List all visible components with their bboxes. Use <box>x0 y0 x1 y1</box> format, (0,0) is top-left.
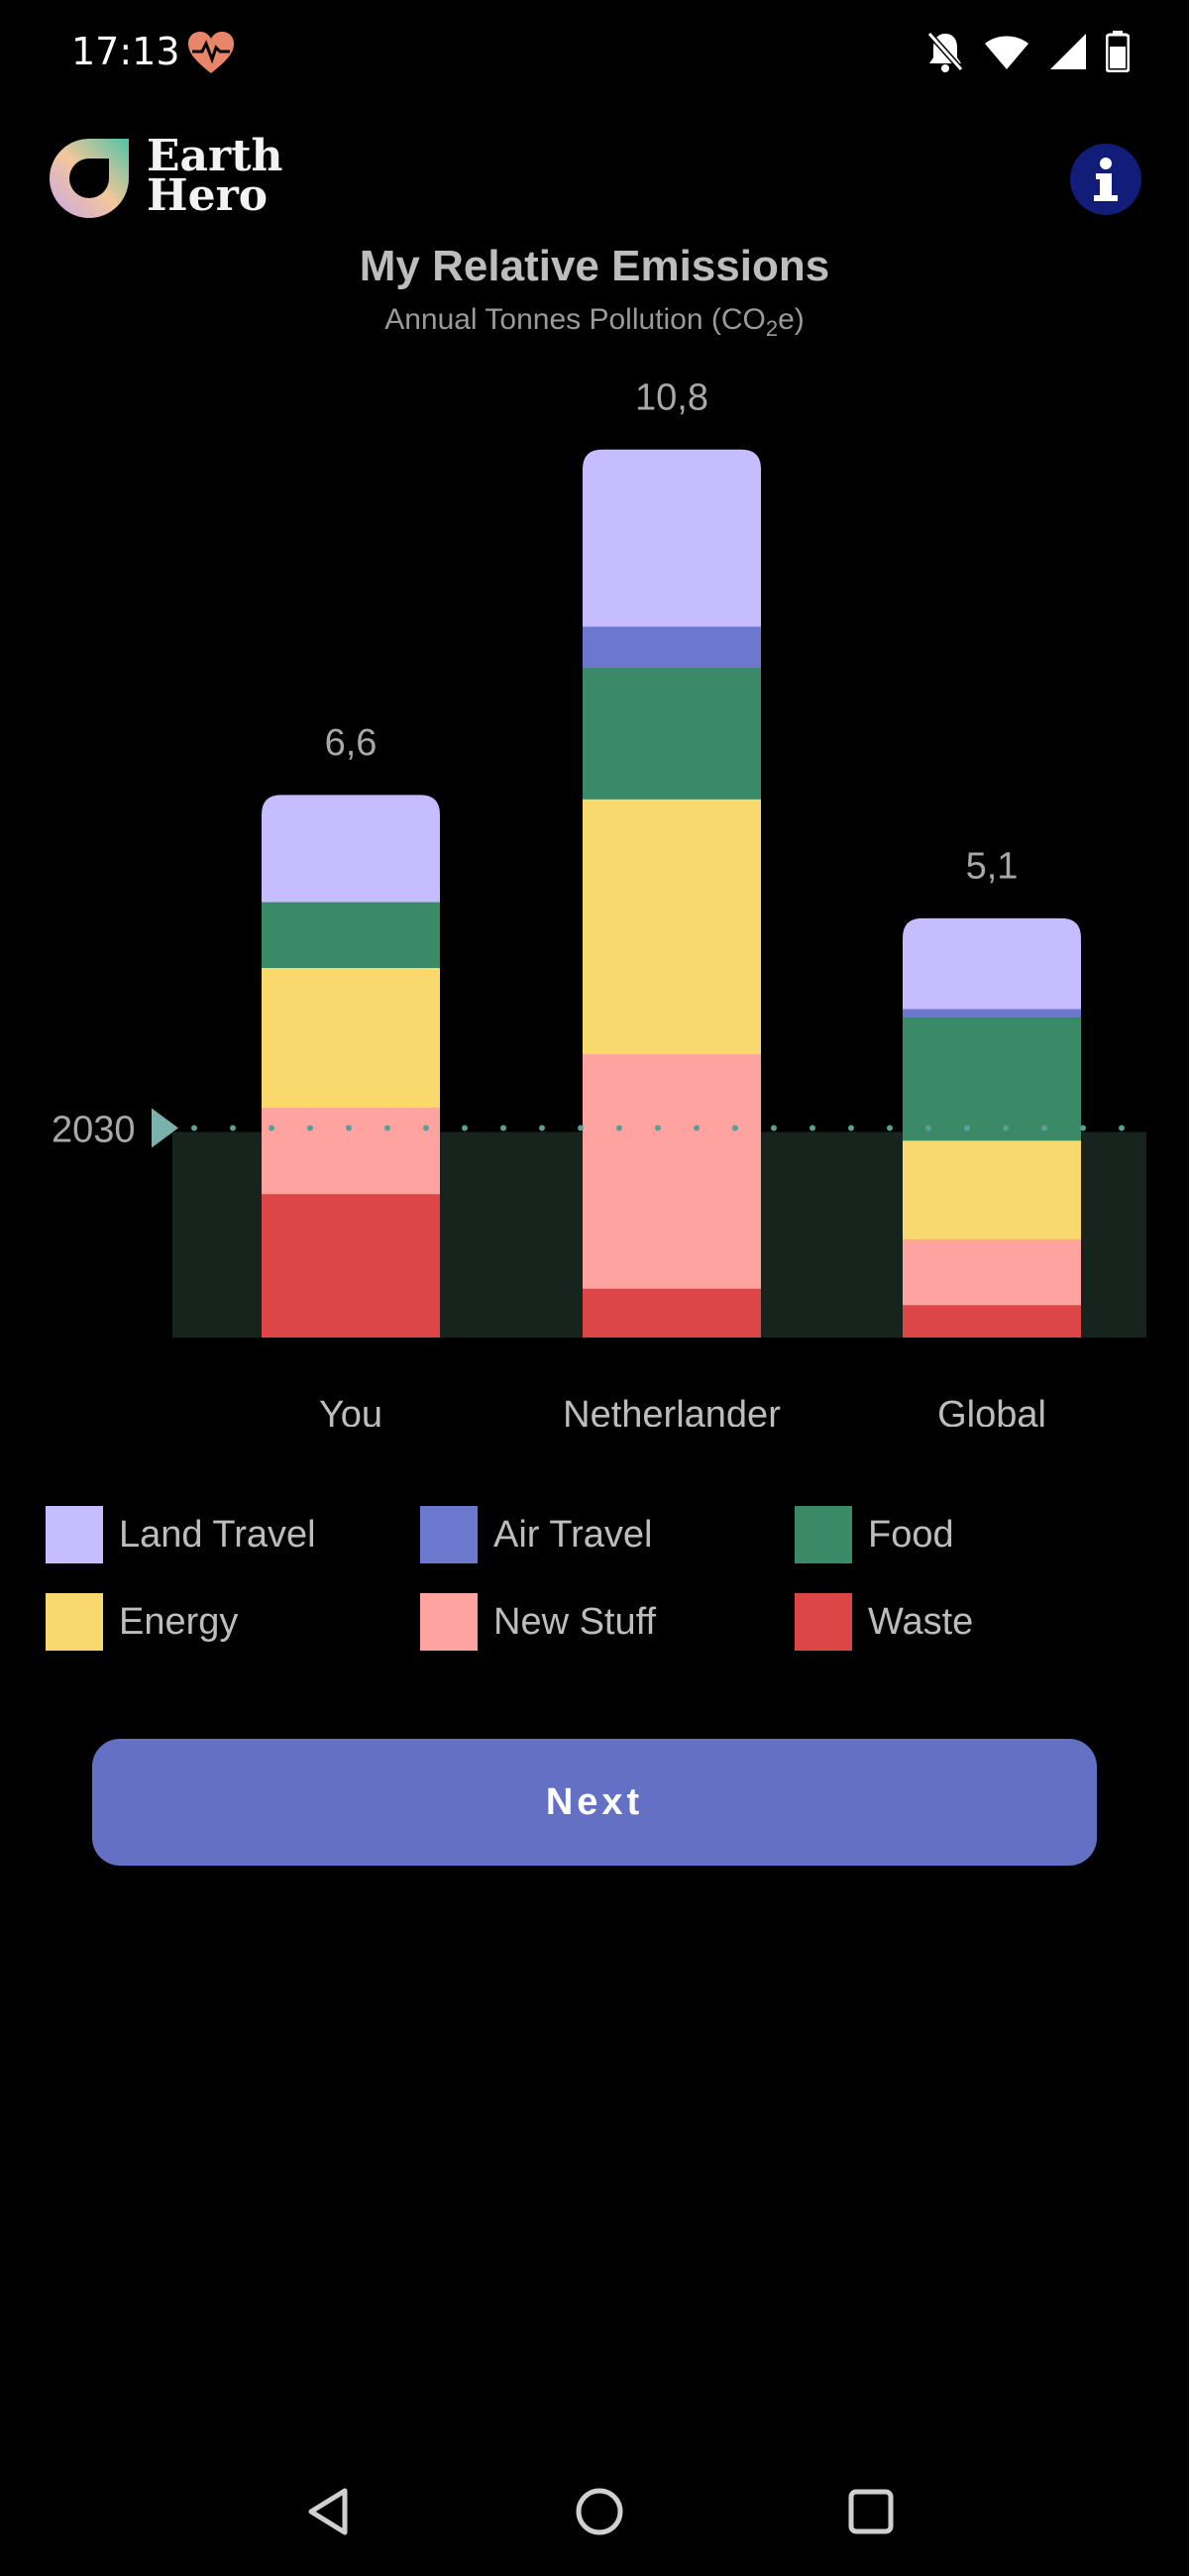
chart-legend: Land Travel Air Travel Food Energy New S… <box>46 1506 1165 1651</box>
bar-segment-energy <box>583 799 761 1055</box>
emissions-chart: 6,6 You 10,8 Netherlander 5,1 Global 2030 <box>52 377 1146 1427</box>
bar-segment-waste <box>903 1304 1081 1338</box>
target-line-dot <box>346 1125 352 1131</box>
legend-item-air-travel: Air Travel <box>420 1506 795 1563</box>
chart-title: My Relative Emissions <box>359 242 830 290</box>
bar-segment-land-travel <box>583 449 761 627</box>
legend-swatch <box>420 1506 478 1563</box>
legend-swatch <box>420 1593 478 1651</box>
info-button[interactable] <box>1070 144 1141 215</box>
back-triangle-icon <box>308 2488 348 2535</box>
bell-off-icon <box>926 32 964 72</box>
wifi-icon <box>985 36 1028 69</box>
info-icon <box>1094 158 1118 201</box>
bar-total-label: 5,1 <box>966 846 1019 888</box>
target-line-dot <box>307 1125 313 1131</box>
status-time: 17:13 <box>71 30 180 73</box>
legend-swatch <box>795 1506 852 1563</box>
signal-icon <box>1050 34 1086 69</box>
bar-total-label: 6,6 <box>325 722 378 764</box>
target-line-dot <box>384 1125 390 1131</box>
bar-segment-food <box>583 667 761 800</box>
earth-hero-logo-icon <box>50 139 129 218</box>
legend-item-energy: Energy <box>46 1593 420 1651</box>
category-label: Global <box>937 1394 1046 1427</box>
app-screen: 17:13 Earth Hero My Relative Emissions A… <box>0 0 1189 2576</box>
bar-segment-air-travel <box>903 1009 1081 1018</box>
bar-segment-energy <box>903 1139 1081 1239</box>
recents-square-icon <box>848 2489 894 2534</box>
category-label: You <box>319 1394 382 1427</box>
brand-name: Earth Hero <box>147 135 283 221</box>
bar-segment-new-stuff <box>262 1107 440 1195</box>
system-nav-bar <box>0 2467 1189 2556</box>
chart-subtitle-main: Annual Tonnes Pollution (CO <box>384 303 766 336</box>
bar-segment-waste <box>583 1288 761 1339</box>
bar-segment-food <box>262 902 440 968</box>
bar-segment-new-stuff <box>903 1238 1081 1306</box>
battery-icon <box>1106 31 1130 72</box>
legend-item-land-travel: Land Travel <box>46 1506 420 1563</box>
legend-swatch <box>46 1506 103 1563</box>
legend-label: Food <box>868 1513 954 1556</box>
chart-subtitle-end: e) <box>778 303 805 336</box>
target-line-dot <box>810 1125 815 1131</box>
target-line-dot <box>500 1125 506 1131</box>
target-line-dot <box>423 1125 429 1131</box>
target-line-dot <box>1119 1125 1125 1131</box>
next-button[interactable]: Next <box>92 1739 1097 1866</box>
target-line-dot <box>230 1125 236 1131</box>
heart-pulse-icon <box>188 32 234 73</box>
category-label: Netherlander <box>563 1394 781 1427</box>
nav-home-button[interactable] <box>555 2467 644 2556</box>
target-line-dot <box>848 1125 854 1131</box>
legend-label: New Stuff <box>493 1600 657 1643</box>
target-line-dot <box>616 1125 622 1131</box>
target-line-dot <box>1080 1125 1086 1131</box>
target-line-dot <box>578 1125 584 1131</box>
target-line-dot <box>1041 1125 1047 1131</box>
bar-segment-waste <box>262 1193 440 1338</box>
legend-label: Air Travel <box>493 1513 653 1556</box>
bar-segment-energy <box>262 967 440 1109</box>
bar-segment-new-stuff <box>583 1053 761 1289</box>
brand-line-2: Hero <box>147 170 269 221</box>
bar-segment-air-travel <box>583 626 761 669</box>
target-line-dot <box>462 1125 468 1131</box>
target-line-dot <box>539 1125 545 1131</box>
target-line-dot <box>925 1125 931 1131</box>
bar-total-label: 10,8 <box>635 377 708 419</box>
legend-swatch <box>46 1593 103 1651</box>
target-line-dot <box>771 1125 777 1131</box>
target-line-dot <box>732 1125 738 1131</box>
nav-back-button[interactable] <box>283 2467 373 2556</box>
bar-group-netherlander <box>583 449 761 1339</box>
target-line-label: 2030 <box>52 1110 136 1151</box>
bar-segment-land-travel <box>903 917 1081 1010</box>
bar-segment-land-travel <box>262 795 440 903</box>
chart-subtitle: Annual Tonnes Pollution (CO2e) <box>0 303 1189 342</box>
home-circle-icon <box>576 2488 623 2535</box>
legend-label: Waste <box>868 1600 974 1643</box>
status-bar: 17:13 <box>0 0 1189 109</box>
legend-item-food: Food <box>795 1506 1165 1563</box>
legend-item-new-stuff: New Stuff <box>420 1593 795 1651</box>
nav-recents-button[interactable] <box>826 2467 916 2556</box>
bar-group-you <box>262 795 440 1338</box>
legend-label: Land Travel <box>119 1513 316 1556</box>
target-line-dot <box>655 1125 661 1131</box>
bar-segment-food <box>903 1017 1081 1141</box>
target-line-dot <box>1003 1125 1009 1131</box>
legend-swatch <box>795 1593 852 1651</box>
target-line-dot <box>269 1125 274 1131</box>
status-icons <box>925 30 1130 73</box>
legend-label: Energy <box>119 1600 239 1643</box>
target-line-dot <box>191 1125 197 1131</box>
legend-item-waste: Waste <box>795 1593 1165 1651</box>
target-line-dot <box>694 1125 700 1131</box>
target-line-dot <box>964 1125 970 1131</box>
chart-subtitle-sub: 2 <box>765 316 779 341</box>
target-line-dot <box>887 1125 893 1131</box>
